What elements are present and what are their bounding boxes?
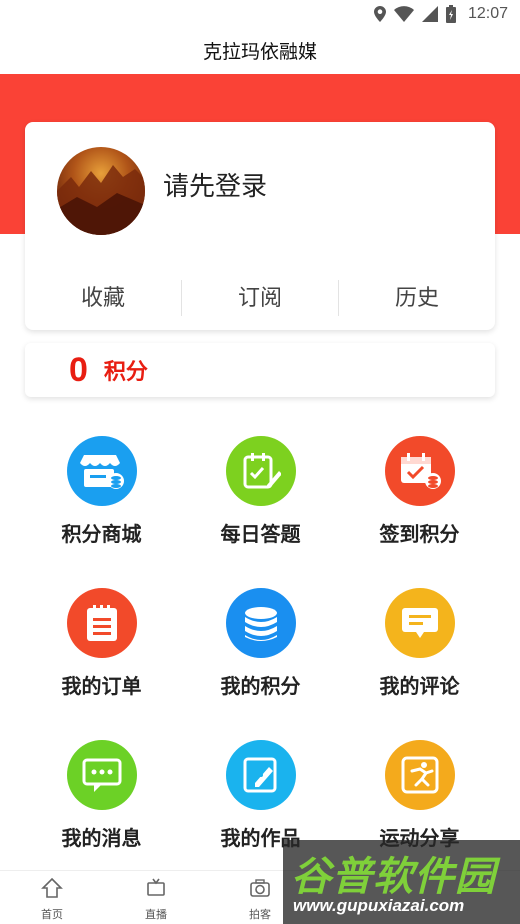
status-icons: 12:07 — [373, 4, 508, 24]
grid-item-label: 我的积分 — [220, 676, 301, 698]
order-icon — [66, 588, 137, 658]
avatar[interactable] — [57, 147, 145, 235]
status-bar: 12:07 — [0, 0, 520, 28]
comment-icon — [384, 588, 455, 658]
signal-icon — [421, 6, 438, 22]
grid-item-label: 我的评论 — [379, 676, 460, 698]
grid-item-sport-share[interactable]: 运动分享 — [333, 740, 506, 851]
grid-item-my-points[interactable]: 我的积分 — [174, 588, 347, 699]
nav-item-home[interactable]: 首页 — [17, 877, 87, 922]
message-icon — [66, 740, 137, 810]
grid-item-checkin-points[interactable]: 签到积分 — [333, 436, 506, 547]
store-icon — [66, 436, 137, 506]
points-value: 0 — [69, 350, 88, 389]
quiz-icon — [225, 436, 296, 506]
wifi-icon — [393, 6, 414, 22]
title-bar: 克拉玛依融媒 — [0, 28, 520, 72]
points-label: 积分 — [103, 359, 148, 384]
watermark: 谷普软件园 www.gupuxiazai.com — [283, 840, 520, 924]
stat-history[interactable]: 历史 — [339, 280, 495, 316]
watermark-url: www.gupuxiazai.com — [293, 896, 465, 915]
grid-item-my-comments[interactable]: 我的评论 — [333, 588, 506, 699]
battery-icon — [445, 5, 456, 23]
login-prompt[interactable]: 请先登录 — [163, 166, 267, 203]
grid-item-label: 我的消息 — [61, 828, 142, 850]
sport-icon — [384, 740, 455, 810]
location-icon — [373, 6, 386, 22]
profile-stats: 收藏 订阅 历史 — [25, 280, 495, 316]
home-icon — [17, 877, 87, 904]
checkin-icon — [384, 436, 455, 506]
status-time: 12:07 — [467, 5, 508, 22]
tv-icon — [121, 877, 191, 904]
nav-label: 直播 — [145, 909, 167, 921]
works-icon — [225, 740, 296, 810]
grid-item-daily-quiz[interactable]: 每日答题 — [174, 436, 347, 547]
nav-label: 首页 — [41, 909, 63, 921]
coins-icon — [225, 588, 296, 658]
points-card[interactable]: 0 积分 — [25, 343, 495, 397]
nav-item-live[interactable]: 直播 — [121, 877, 191, 922]
stat-favorites[interactable]: 收藏 — [25, 280, 181, 316]
grid-item-label: 每日答题 — [220, 524, 301, 546]
grid-item-points-mall[interactable]: 积分商城 — [15, 436, 188, 547]
stat-subscriptions[interactable]: 订阅 — [182, 280, 338, 316]
profile-card: 请先登录 收藏 订阅 历史 — [25, 122, 495, 330]
grid-item-label: 积分商城 — [61, 524, 142, 546]
grid-item-label: 我的订单 — [61, 676, 142, 698]
grid-item-my-messages[interactable]: 我的消息 — [15, 740, 188, 851]
grid-item-label: 签到积分 — [379, 524, 460, 546]
grid-item-my-works[interactable]: 我的作品 — [174, 740, 347, 851]
grid-item-my-orders[interactable]: 我的订单 — [15, 588, 188, 699]
app-title: 克拉玛依融媒 — [202, 41, 317, 63]
watermark-title: 谷普软件园 — [291, 855, 496, 899]
